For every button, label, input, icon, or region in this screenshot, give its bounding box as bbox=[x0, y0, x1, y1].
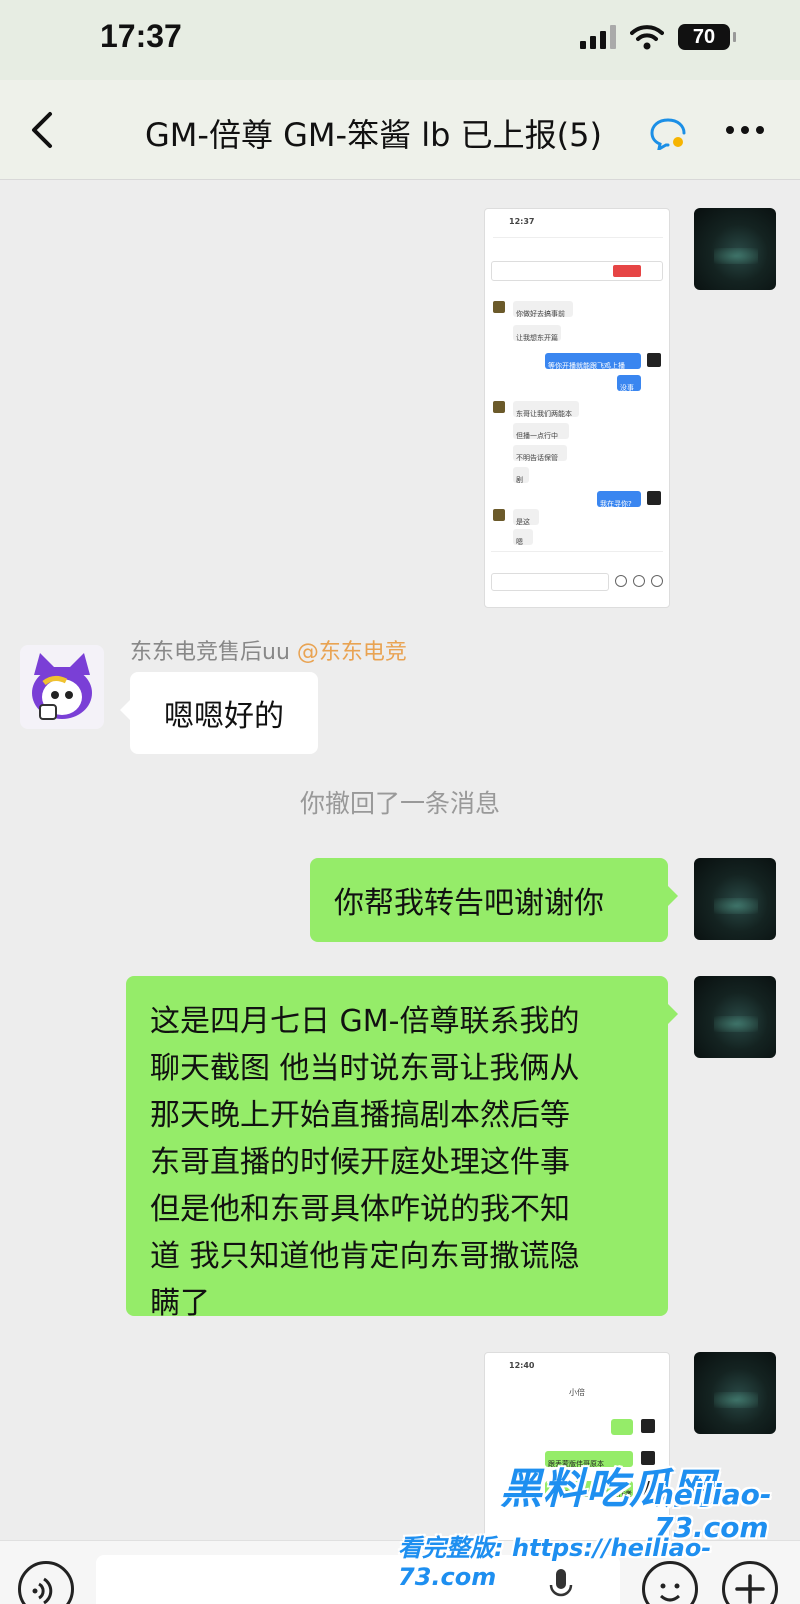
screenshot-contact: 小倍 bbox=[569, 1388, 585, 1397]
message-line: 聊天截图 他当时说东哥让我俩从 bbox=[150, 1051, 580, 1086]
voice-input-button[interactable] bbox=[18, 1561, 74, 1604]
incoming-message-bubble[interactable]: 嗯嗯好的 bbox=[120, 672, 318, 754]
screenshot-msg: 没事 bbox=[617, 375, 641, 392]
screenshot-msg: 剧 bbox=[513, 467, 529, 484]
my-avatar[interactable] bbox=[694, 1352, 776, 1434]
screenshot-avatar bbox=[493, 401, 505, 413]
more-options-icon[interactable] bbox=[720, 110, 770, 150]
message-line: 但是他和东哥具体咋说的我不知 bbox=[150, 1192, 570, 1227]
mention-tag[interactable]: @东东电竞 bbox=[297, 640, 407, 665]
screenshot-msg: 我在寻你? bbox=[597, 491, 641, 508]
message-line: 瞒了 bbox=[150, 1286, 210, 1321]
other-user-avatar[interactable] bbox=[20, 645, 104, 729]
message-line: 这是四月七日 GM-倍尊联系我的 bbox=[150, 1004, 580, 1039]
cellular-signal-icon bbox=[580, 25, 616, 49]
sender-name: 东东电竞售后uu @东东电竞 bbox=[130, 634, 407, 666]
screenshot-msg: 你做好去搞事前 bbox=[513, 301, 573, 318]
chat-header: GM-倍尊 GM-笨酱 lb 已上报(5) bbox=[0, 80, 800, 180]
chat-screenshot-image-2[interactable]: 12:40 小倍 跟丢蒙版伟哥原本 请让丢蒙以后有同和道作者 bbox=[484, 1352, 670, 1552]
chat-screenshot-image-1[interactable]: 12:37 你做好去搞事前 让我想东开篇 等你开播就能跟飞鸡上播 没事 东哥让我… bbox=[484, 208, 670, 608]
screenshot-msg: 不明告话保管 bbox=[513, 445, 567, 462]
status-icons: 70 bbox=[580, 24, 736, 50]
message-line: 东哥直播的时候开庭处理这件事 bbox=[150, 1145, 570, 1180]
watermark-subtitle: 看完整版: https://heiliao-73.com bbox=[398, 1534, 712, 1591]
screenshot-time: 12:40 bbox=[509, 1361, 535, 1370]
screenshot-avatar bbox=[647, 353, 661, 367]
voice-icon bbox=[32, 1577, 53, 1604]
outgoing-message-bubble[interactable]: 这是四月七日 GM-倍尊联系我的 聊天截图 他当时说东哥让我俩从 那天晚上开始直… bbox=[126, 976, 678, 1321]
my-avatar[interactable] bbox=[694, 976, 776, 1058]
screenshot-time: 12:37 bbox=[509, 217, 535, 226]
message-line: 那天晚上开始直播搞剧本然后等 bbox=[150, 1098, 570, 1133]
chat-bubble-icon bbox=[650, 118, 686, 150]
cat-character-icon bbox=[32, 653, 92, 720]
back-arrow-icon[interactable] bbox=[24, 108, 64, 152]
wifi-icon bbox=[630, 25, 664, 50]
recall-notice: 你撤回了一条消息 bbox=[299, 789, 500, 818]
screenshot-msg: 让我想东开篇 bbox=[513, 325, 561, 342]
screenshot-msg: 是这 bbox=[513, 509, 539, 526]
screenshot-avatar bbox=[493, 509, 505, 521]
screenshot-avatar bbox=[647, 491, 661, 505]
message-line: 道 我只知道他肯定向东哥撒谎隐 bbox=[150, 1239, 580, 1274]
screenshot-msg: 东哥让我们两能本 bbox=[513, 401, 579, 418]
screenshot-msg: 等你开播就能跟飞鸡上播 bbox=[545, 353, 641, 370]
screenshot-msg: 但播一点行中 bbox=[513, 423, 569, 440]
chat-title[interactable]: GM-倍尊 GM-笨酱 lb 已上报(5) bbox=[145, 110, 602, 156]
my-avatar[interactable] bbox=[694, 858, 776, 940]
message-text: 你帮我转告吧谢谢你 bbox=[334, 886, 604, 921]
screenshot-avatar bbox=[641, 1419, 655, 1433]
outgoing-message-bubble[interactable]: 你帮我转告吧谢谢你 bbox=[310, 858, 678, 942]
status-bar: 17:37 70 bbox=[0, 0, 800, 80]
screenshot-msg bbox=[611, 1419, 633, 1435]
screenshot-avatar bbox=[493, 301, 505, 313]
screenshot-msg: 嗯 bbox=[513, 529, 533, 546]
status-time: 17:37 bbox=[100, 18, 182, 54]
sender-name-text: 东东电竞售后uu bbox=[130, 640, 290, 665]
battery-indicator: 70 bbox=[678, 24, 736, 50]
my-avatar[interactable] bbox=[694, 208, 776, 290]
